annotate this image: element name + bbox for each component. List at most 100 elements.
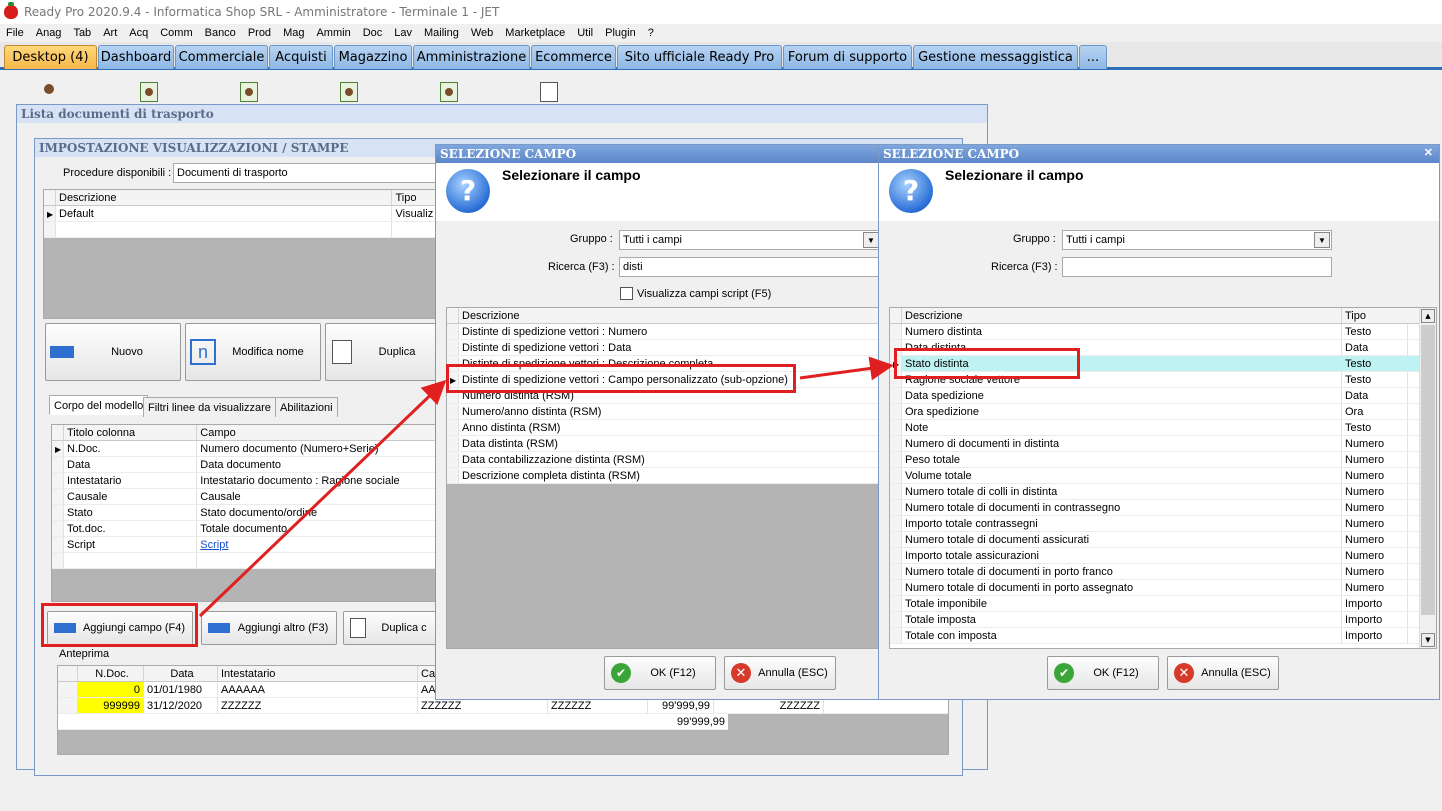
menu-help[interactable]: ? xyxy=(642,27,660,39)
field-row[interactable]: Numero totale di documenti in porto asse… xyxy=(902,580,1342,595)
menu-mag[interactable]: Mag xyxy=(277,27,310,39)
column-row-field[interactable]: Totale documento xyxy=(197,521,442,536)
chevron-down-icon[interactable]: ▼ xyxy=(863,232,879,248)
agent-card-icon[interactable] xyxy=(336,82,362,106)
field-row[interactable]: Distinte di spedizione vettori : Data xyxy=(459,340,879,355)
scroll-up-icon[interactable]: ▲ xyxy=(1421,309,1435,323)
duplica-button[interactable]: Duplica xyxy=(325,323,443,381)
dialog1-ok-button[interactable]: ✔ OK (F12) xyxy=(604,656,716,690)
users-icon[interactable] xyxy=(38,82,64,106)
field-row[interactable]: Descrizione completa distinta (RSM) xyxy=(459,468,879,483)
model-row-name[interactable]: Default xyxy=(56,206,393,221)
column-row-field[interactable]: Data documento xyxy=(197,457,442,472)
field-row[interactable]: Data distinta (RSM) xyxy=(459,436,879,451)
menu-comm[interactable]: Comm xyxy=(154,27,198,39)
field-row[interactable]: Anno distinta (RSM) xyxy=(459,420,879,435)
field-row[interactable]: Numero totale di colli in distinta xyxy=(902,484,1342,499)
field-row[interactable]: Importo totale assicurazioni xyxy=(902,548,1342,563)
menu-acq[interactable]: Acq xyxy=(123,27,154,39)
tab-magazzino[interactable]: Magazzino xyxy=(334,45,412,69)
menu-tab[interactable]: Tab xyxy=(67,27,97,39)
dialog2-ok-button[interactable]: ✔ OK (F12) xyxy=(1047,656,1159,690)
checkbox-icon[interactable] xyxy=(620,287,633,300)
field-row[interactable]: Numero distinta xyxy=(902,324,1342,339)
calendar-icon[interactable] xyxy=(536,82,562,106)
scroll-thumb[interactable] xyxy=(1421,325,1435,615)
menu-file[interactable]: File xyxy=(0,27,30,39)
column-row-field[interactable]: Numero documento (Numero+Serie) xyxy=(197,441,442,456)
field-row[interactable]: Ora spedizione xyxy=(902,404,1342,419)
subtab-filtri[interactable]: Filtri linee da visualizzare xyxy=(143,397,276,417)
scroll-down-icon[interactable]: ▼ xyxy=(1421,633,1435,647)
menu-anag[interactable]: Anag xyxy=(30,27,68,39)
script-link[interactable]: Script xyxy=(197,537,442,552)
column-row-field[interactable]: Intestatario documento : Ragione sociale xyxy=(197,473,442,488)
column-row-title[interactable]: N.Doc. xyxy=(64,441,198,456)
menu-ammin[interactable]: Ammin xyxy=(310,27,356,39)
column-row-title[interactable]: Causale xyxy=(64,489,198,504)
menu-banco[interactable]: Banco xyxy=(199,27,242,39)
field-row[interactable]: Numero/anno distinta (RSM) xyxy=(459,404,879,419)
column-row-title[interactable]: Stato xyxy=(64,505,198,520)
field-row[interactable]: Numero totale di documenti assicurati xyxy=(902,532,1342,547)
field-row[interactable]: Numero totale di documenti in contrasseg… xyxy=(902,500,1342,515)
dialog1-search-input[interactable]: disti xyxy=(619,257,881,277)
column-row-title[interactable]: Script xyxy=(64,537,198,552)
field-row[interactable]: Totale con imposta xyxy=(902,628,1342,643)
field-row[interactable]: Volume totale xyxy=(902,468,1342,483)
column-row-title[interactable]: Data xyxy=(64,457,198,472)
field-row[interactable]: Totale imposta xyxy=(902,612,1342,627)
tab-ecommerce[interactable]: Ecommerce xyxy=(531,45,616,69)
menu-doc[interactable]: Doc xyxy=(357,27,389,39)
field-row[interactable]: Data contabilizzazione distinta (RSM) xyxy=(459,452,879,467)
field-row[interactable]: Numero di documenti in distinta xyxy=(902,436,1342,451)
field-row[interactable]: Note xyxy=(902,420,1342,435)
tab-sito-ufficiale[interactable]: Sito ufficiale Ready Pro xyxy=(617,45,782,69)
column-row-field[interactable]: Stato documento/ordine xyxy=(197,505,442,520)
menu-web[interactable]: Web xyxy=(465,27,499,39)
menu-util[interactable]: Util xyxy=(571,27,599,39)
supplier-card-icon[interactable] xyxy=(236,82,262,106)
field-row[interactable]: Importo totale contrassegni xyxy=(902,516,1342,531)
subtab-abilitazioni[interactable]: Abilitazioni xyxy=(275,397,338,417)
tab-acquisti[interactable]: Acquisti xyxy=(269,45,333,69)
tab-desktop[interactable]: Desktop (4) xyxy=(4,45,97,69)
field-row[interactable]: Data spedizione xyxy=(902,388,1342,403)
dialog2-search-input[interactable] xyxy=(1062,257,1332,277)
menu-lav[interactable]: Lav xyxy=(388,27,418,39)
field-row[interactable]: Numero totale di documenti in porto fran… xyxy=(902,564,1342,579)
customer-card-icon[interactable] xyxy=(136,82,162,106)
tab-gestione-messaggistica[interactable]: Gestione messaggistica xyxy=(913,45,1078,69)
column-row-field[interactable]: Causale xyxy=(197,489,442,504)
dialog2-annulla-button[interactable]: ✕ Annulla (ESC) xyxy=(1167,656,1279,690)
dialog1-annulla-button[interactable]: ✕ Annulla (ESC) xyxy=(724,656,836,690)
field-row[interactable]: Totale imponibile xyxy=(902,596,1342,611)
nuovo-button[interactable]: Nuovo xyxy=(45,323,181,381)
field-row[interactable]: Distinte di spedizione vettori : Numero xyxy=(459,324,879,339)
menu-prod[interactable]: Prod xyxy=(242,27,277,39)
dialog2-scrollbar[interactable]: ▲ ▼ xyxy=(1419,308,1436,648)
tab-dashboard[interactable]: Dashboard xyxy=(98,45,174,69)
aggiungi-altro-button[interactable]: Aggiungi altro (F3) xyxy=(201,611,337,645)
menu-plugin[interactable]: Plugin xyxy=(599,27,642,39)
menu-marketplace[interactable]: Marketplace xyxy=(499,27,571,39)
dialog1-gruppo-select[interactable]: Tutti i campi ▼ xyxy=(619,230,881,250)
field-row[interactable]: Peso totale xyxy=(902,452,1342,467)
dialog2-gruppo-select[interactable]: Tutti i campi ▼ xyxy=(1062,230,1332,250)
column-row-title[interactable]: Tot.doc. xyxy=(64,521,198,536)
subtab-corpo[interactable]: Corpo del modello xyxy=(49,395,149,415)
close-icon[interactable]: ✕ xyxy=(1424,146,1433,159)
menu-mailing[interactable]: Mailing xyxy=(418,27,465,39)
menu-art[interactable]: Art xyxy=(97,27,123,39)
contact-card-icon[interactable] xyxy=(436,82,462,106)
duplica-campo-button[interactable]: Duplica c xyxy=(343,611,443,645)
tab-amministrazione[interactable]: Amministrazione xyxy=(413,45,530,69)
tab-commerciale[interactable]: Commerciale xyxy=(175,45,268,69)
chevron-down-icon[interactable]: ▼ xyxy=(1314,232,1330,248)
column-row-title[interactable]: Intestatario xyxy=(64,473,198,488)
procedure-select[interactable]: Documenti di trasporto xyxy=(173,163,443,183)
tab-forum[interactable]: Forum di supporto xyxy=(783,45,912,69)
modifica-nome-button[interactable]: n Modifica nome xyxy=(185,323,321,381)
dialog1-script-checkbox[interactable]: Visualizza campi script (F5) xyxy=(620,287,771,300)
tab-more[interactable]: ... xyxy=(1079,45,1107,69)
